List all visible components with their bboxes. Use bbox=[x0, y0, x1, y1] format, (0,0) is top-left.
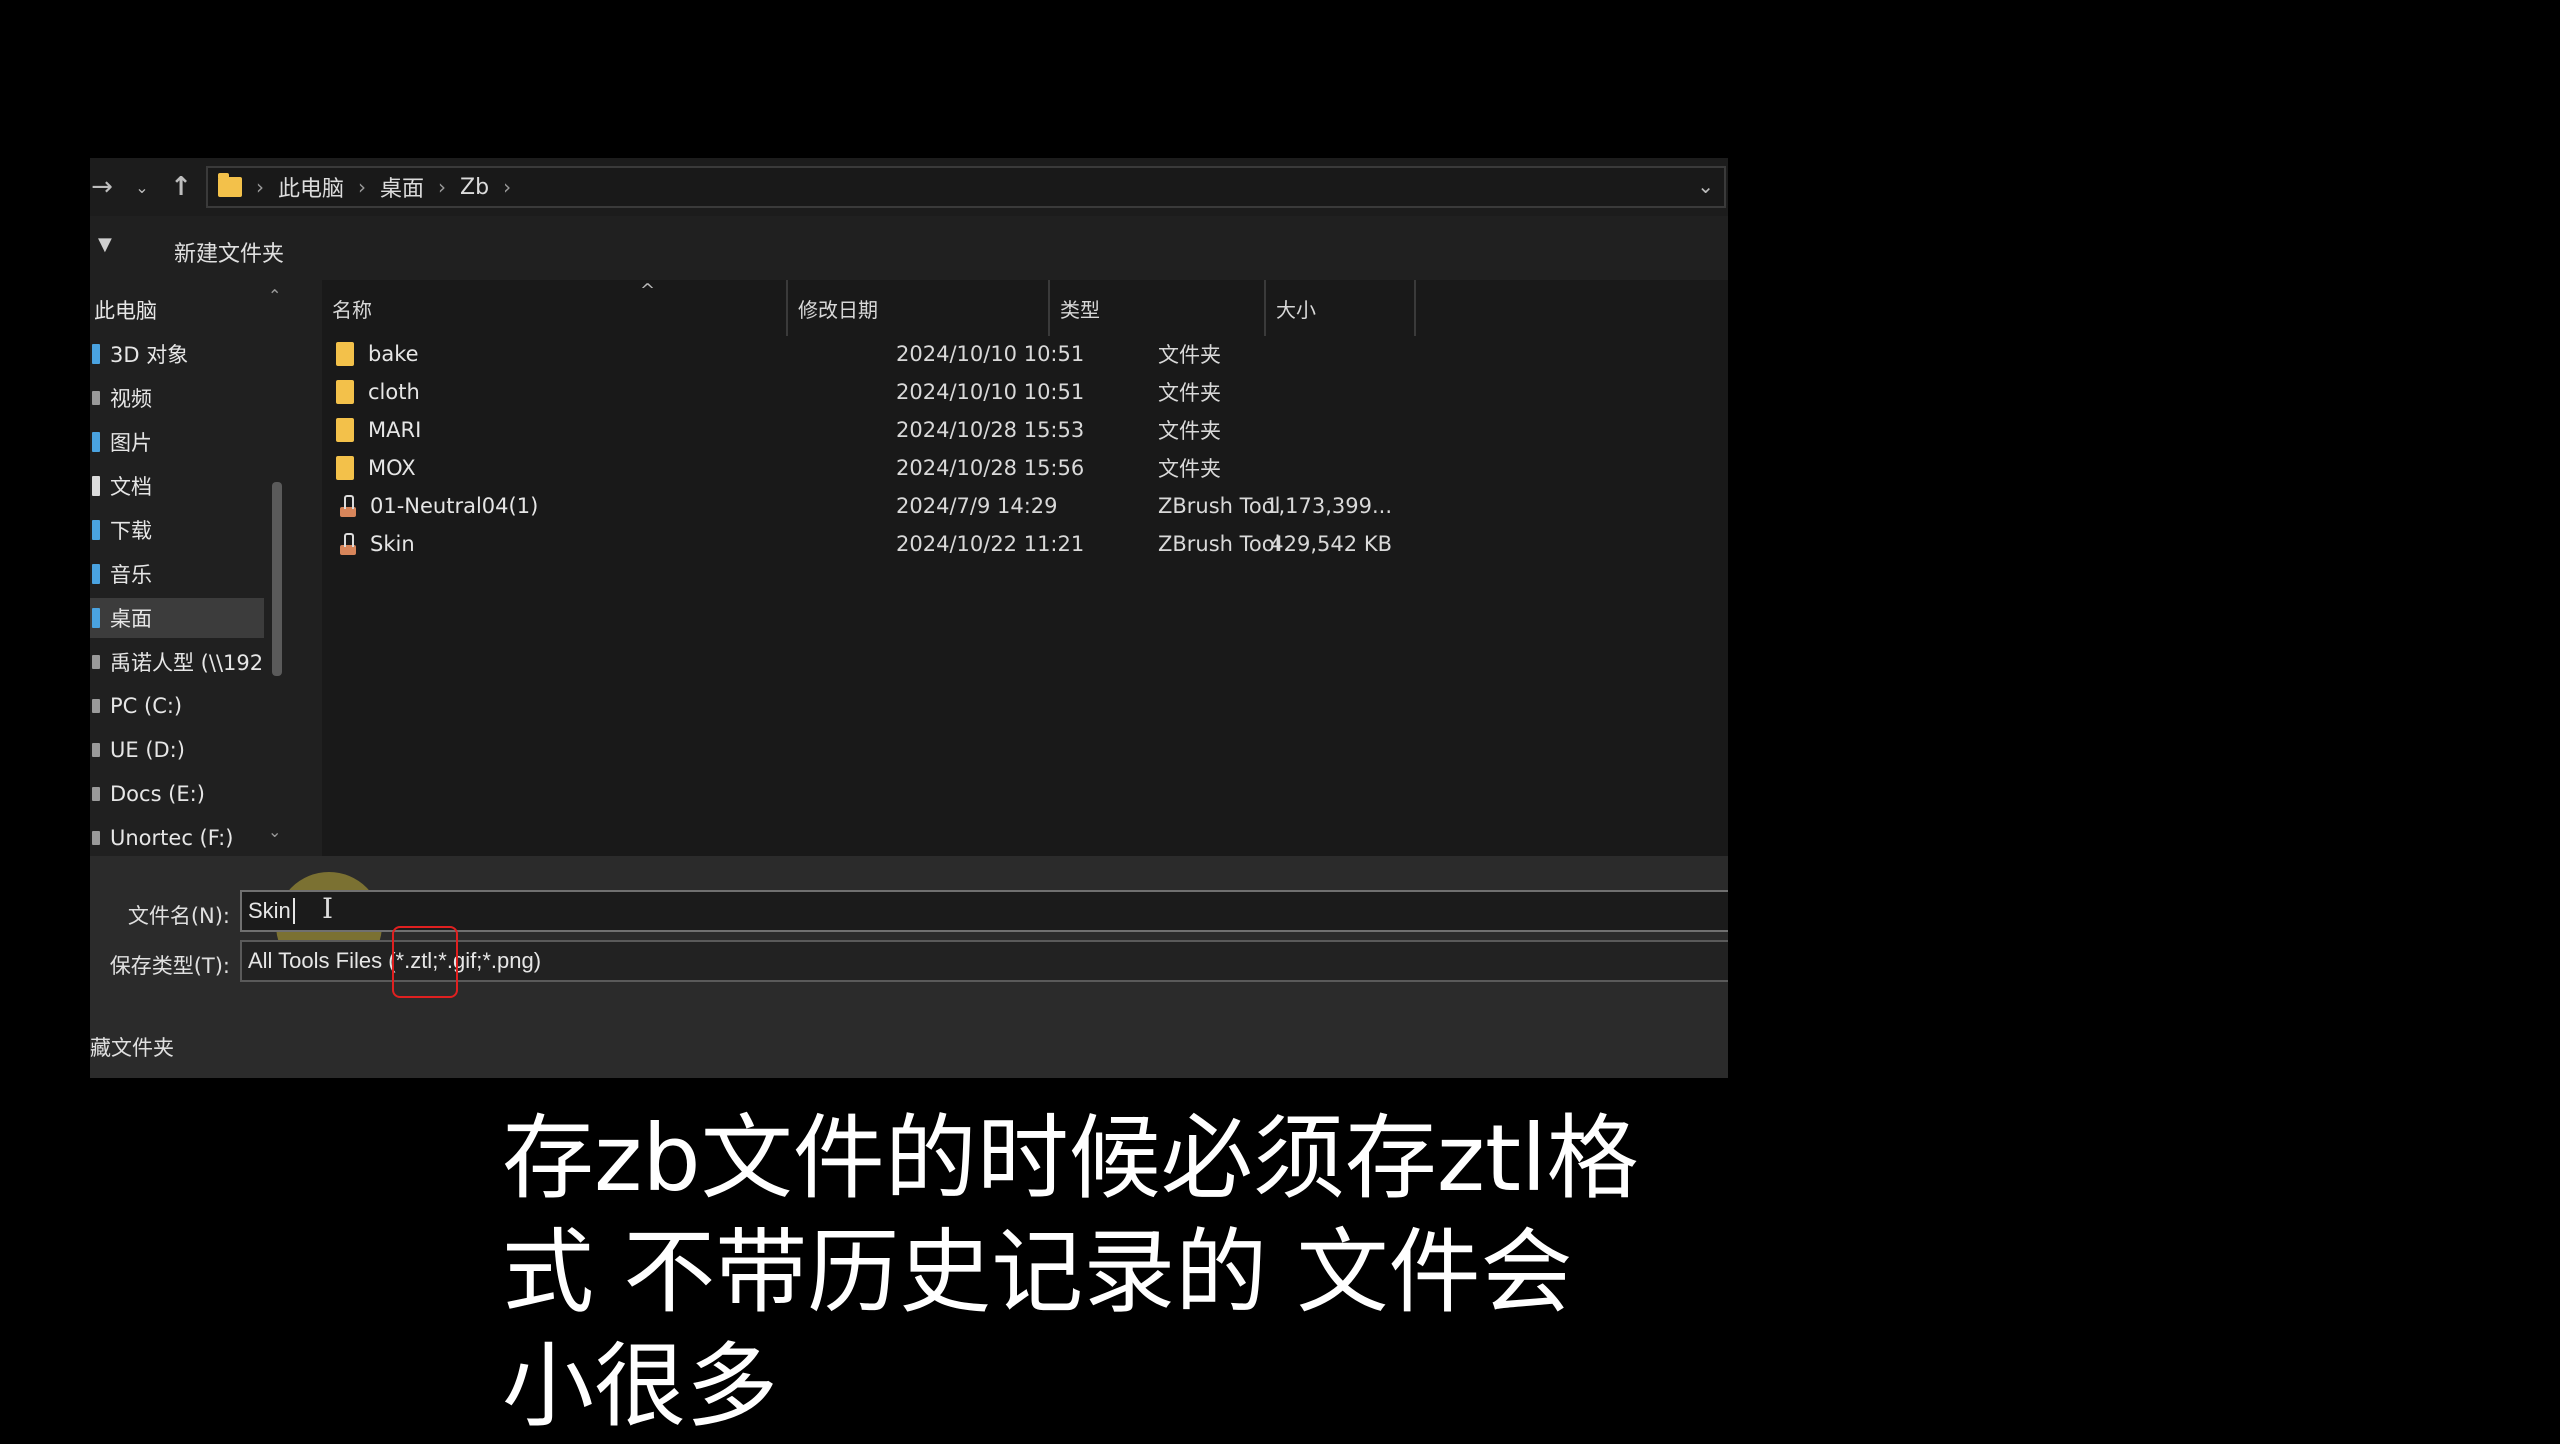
filename-label: 文件名(N): bbox=[127, 904, 230, 928]
file-row-mari[interactable]: MARI 2024/10/28 15:53 文件夹 bbox=[322, 412, 1522, 448]
address-bar[interactable]: › 此电脑 › 桌面 › Zb › ⌄ bbox=[206, 166, 1726, 208]
video-frame: → ⌄ ↑ › 此电脑 › 桌面 › Zb › ⌄ ▼ 新建文件夹 此电脑 3D… bbox=[0, 0, 2560, 1440]
column-header-date[interactable]: 修改日期 bbox=[788, 280, 1050, 336]
subtitle-caption: 存zb文件的时候必须存ztl格 式 不带历史记录的 文件会 小很多 bbox=[502, 1105, 1639, 1440]
video-icon bbox=[92, 391, 100, 405]
chevron-right-icon: › bbox=[256, 175, 264, 199]
recent-locations-chevron-icon[interactable]: ⌄ bbox=[130, 170, 154, 204]
forward-arrow-icon[interactable]: → bbox=[90, 170, 114, 204]
zbrush-tool-icon bbox=[336, 493, 358, 519]
organize-dropdown-icon[interactable]: ▼ bbox=[98, 234, 112, 255]
breadcrumb-this-pc[interactable]: 此电脑 bbox=[278, 171, 344, 203]
network-drive-icon bbox=[92, 655, 100, 669]
sidebar-item-drive-e[interactable]: Docs (E:) bbox=[90, 774, 264, 814]
folder-icon bbox=[218, 173, 242, 197]
drive-icon bbox=[92, 787, 100, 801]
sidebar-item-drive-c[interactable]: PC (C:) bbox=[90, 686, 264, 726]
chevron-down-icon[interactable]: ⌄ bbox=[1697, 174, 1714, 198]
up-arrow-icon[interactable]: ↑ bbox=[166, 170, 196, 204]
sidebar-item-documents[interactable]: 文档 bbox=[90, 466, 264, 506]
sidebar-item-network-drive[interactable]: 禹诺人型 (\\192 bbox=[90, 642, 264, 682]
sidebar-item-videos[interactable]: 视频 bbox=[90, 378, 264, 418]
sidebar-item-pictures[interactable]: 图片 bbox=[90, 422, 264, 462]
file-list: ^ 名称 修改日期 类型 大小 bake 2024/10/10 10:51 文件… bbox=[322, 280, 1728, 856]
navigation-pane: 此电脑 3D 对象 视频 图片 文档 下载 音乐 桌面 禹诺人型 (\\192 … bbox=[90, 280, 292, 856]
filetype-label: 保存类型(T): bbox=[109, 954, 230, 978]
sidebar-item-drive-f[interactable]: Unortec (F:) bbox=[90, 818, 264, 858]
chevron-right-icon: › bbox=[438, 175, 447, 199]
sidebar-item-music[interactable]: 音乐 bbox=[90, 554, 264, 594]
file-row-mox[interactable]: MOX 2024/10/28 15:56 文件夹 bbox=[322, 450, 1522, 486]
save-file-dialog: → ⌄ ↑ › 此电脑 › 桌面 › Zb › ⌄ ▼ 新建文件夹 此电脑 3D… bbox=[90, 158, 1728, 1078]
sidebar-item-this-pc[interactable]: 此电脑 bbox=[90, 290, 264, 330]
folder-icon bbox=[336, 456, 354, 480]
column-header-size[interactable]: 大小 bbox=[1266, 280, 1416, 336]
column-header-name[interactable]: 名称 bbox=[322, 280, 788, 336]
folder-icon bbox=[336, 418, 354, 442]
filename-input[interactable]: Skin bbox=[240, 890, 1728, 932]
toolbar: ▼ 新建文件夹 bbox=[90, 216, 1728, 280]
filetype-select[interactable]: All Tools Files (*.ztl;*.gif;*.png) bbox=[240, 940, 1728, 982]
drive-icon bbox=[92, 699, 100, 713]
folder-icon bbox=[336, 342, 354, 366]
save-options-panel: 文件名(N): Skin I 保存类型(T): All Tools Files … bbox=[90, 856, 1728, 1078]
ibeam-cursor-icon: I bbox=[322, 892, 334, 925]
sidebar-item-downloads[interactable]: 下载 bbox=[90, 510, 264, 550]
ztl-extension-highlight bbox=[392, 926, 458, 998]
file-row-cloth[interactable]: cloth 2024/10/10 10:51 文件夹 bbox=[322, 374, 1522, 410]
desktop-icon bbox=[92, 608, 100, 628]
chevron-right-icon: › bbox=[503, 175, 512, 199]
music-icon bbox=[92, 564, 100, 584]
column-header-type[interactable]: 类型 bbox=[1050, 280, 1266, 336]
file-row-neutral04[interactable]: 01-Neutral04(1) 2024/7/9 14:29 ZBrush To… bbox=[322, 488, 1522, 524]
drive-icon bbox=[92, 831, 100, 845]
folder-icon bbox=[336, 380, 354, 404]
file-row-bake[interactable]: bake 2024/10/10 10:51 文件夹 bbox=[322, 336, 1522, 372]
scroll-down-icon[interactable]: ⌄ bbox=[268, 822, 281, 841]
sidebar-item-3d-objects[interactable]: 3D 对象 bbox=[90, 334, 264, 374]
pictures-icon bbox=[92, 432, 100, 452]
zbrush-tool-icon bbox=[336, 531, 358, 557]
3d-objects-icon bbox=[92, 344, 100, 364]
text-caret bbox=[292, 898, 295, 924]
scroll-up-icon[interactable]: ⌃ bbox=[268, 286, 281, 305]
sidebar-scrollbar[interactable]: ⌃ ⌄ bbox=[266, 286, 286, 846]
chevron-right-icon: › bbox=[358, 175, 367, 199]
drive-icon bbox=[92, 743, 100, 757]
download-icon bbox=[92, 520, 100, 540]
sidebar-item-drive-d[interactable]: UE (D:) bbox=[90, 730, 264, 770]
breadcrumb-desktop[interactable]: 桌面 bbox=[380, 171, 424, 203]
scrollbar-thumb[interactable] bbox=[272, 482, 282, 676]
address-row: → ⌄ ↑ › 此电脑 › 桌面 › Zb › ⌄ bbox=[90, 158, 1728, 216]
sidebar-item-desktop[interactable]: 桌面 bbox=[90, 598, 264, 638]
hide-folders-toggle[interactable]: 藏文件夹 bbox=[90, 1032, 174, 1062]
breadcrumb-zb[interactable]: Zb bbox=[460, 175, 489, 200]
new-folder-button[interactable]: 新建文件夹 bbox=[168, 232, 290, 272]
file-row-skin[interactable]: Skin 2024/10/22 11:21 ZBrush Tool 429,54… bbox=[322, 526, 1522, 562]
documents-icon bbox=[92, 476, 100, 496]
